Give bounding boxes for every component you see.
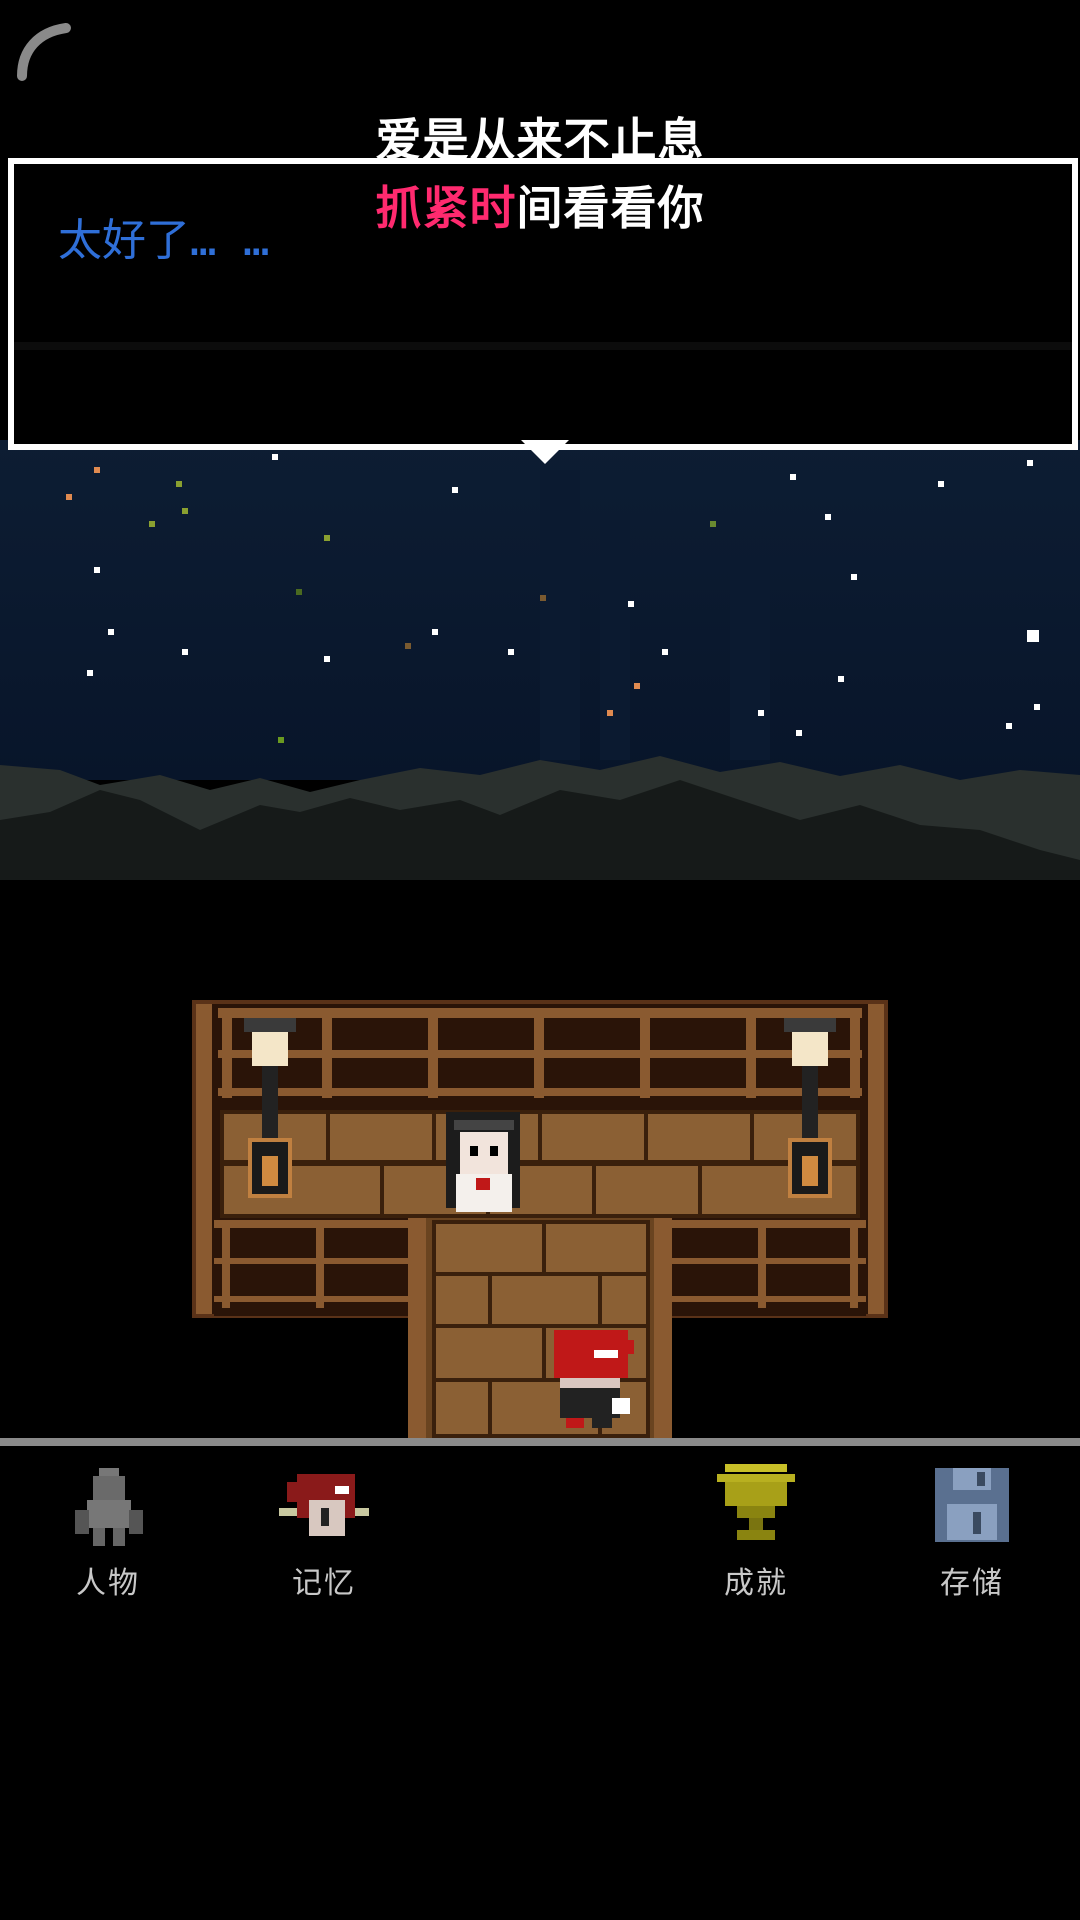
floppy-disk-icon [935,1468,1009,1542]
person-icon [75,1468,143,1546]
girl-character [446,1112,520,1212]
menu-characters-label: 人物 [76,1566,140,1601]
menu-achievements-label: 成就 [724,1566,788,1601]
lyric-line-1: 爱是从来不止息 [375,113,705,167]
menu-achievements-button[interactable]: 成就 [666,1460,846,1602]
lyric-line-2: 抓紧时间看看你 [0,172,1080,238]
lyric-rest: 间看看你 [516,181,705,235]
trophy-icon [717,1464,795,1540]
menu-save-button[interactable]: 存储 [882,1460,1062,1602]
menu-memories-button[interactable]: 记忆 [234,1460,414,1602]
memory-portrait-icon [279,1474,369,1536]
city-silhouette [540,470,580,760]
menu-save-label: 存储 [940,1566,1004,1601]
back-arrow-icon[interactable] [14,14,84,84]
menu-divider [0,1438,1080,1446]
menu-memories-label: 记忆 [292,1566,356,1601]
lyric-highlight: 抓紧时 [375,181,517,235]
menu-characters-button[interactable]: 人物 [18,1460,198,1602]
dialog-divider [14,342,1072,350]
continue-arrow-icon [521,440,569,464]
